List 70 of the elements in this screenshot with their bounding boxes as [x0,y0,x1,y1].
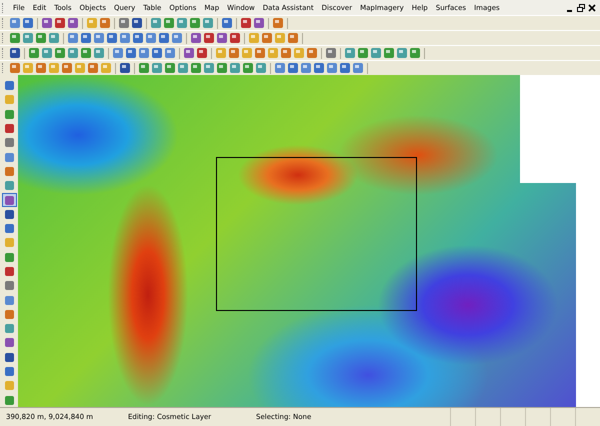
tool-icon[interactable] [254,47,266,59]
tool-icon[interactable] [87,62,99,74]
tool-icon[interactable] [203,32,215,44]
tool-icon[interactable] [138,62,150,74]
tool-icon[interactable] [106,32,118,44]
tool-icon[interactable] [274,62,286,74]
tool-icon[interactable] [171,32,183,44]
tool-icon[interactable] [9,17,21,29]
tool-icon[interactable] [119,32,131,44]
tool-icon[interactable] [189,17,201,29]
tool-icon[interactable] [190,32,202,44]
tool-icon[interactable] [357,47,369,59]
tool-icon[interactable] [253,17,265,29]
tool-icon[interactable] [261,32,273,44]
tool-icon[interactable] [326,62,338,74]
tool-icon[interactable] [228,47,240,59]
tool-icon[interactable] [9,62,21,74]
tool-icon[interactable] [22,17,34,29]
tool-icon[interactable] [125,47,137,59]
tool-icon[interactable] [240,17,252,29]
tool-icon[interactable] [80,32,92,44]
tool-icon[interactable] [67,17,79,29]
tool-icon[interactable] [131,17,143,29]
tool-icon[interactable] [325,47,337,59]
tool-icon[interactable] [216,62,228,74]
tool-icon[interactable] [35,32,47,44]
tool-icon[interactable] [9,47,21,59]
restore-icon[interactable] [577,4,585,12]
tool-icon[interactable] [352,62,364,74]
tool-icon[interactable] [272,17,284,29]
tool-icon[interactable] [190,62,202,74]
tool-icon[interactable] [300,62,312,74]
tool-icon[interactable] [409,47,421,59]
tool-button[interactable] [2,193,16,207]
tool-icon[interactable] [61,62,73,74]
tool-icon[interactable] [80,47,92,59]
tool-icon[interactable] [306,47,318,59]
tool-icon[interactable] [138,47,150,59]
tool-icon[interactable] [132,32,144,44]
tool-icon[interactable] [164,62,176,74]
tool-icon[interactable] [163,17,175,29]
tool-icon[interactable] [93,32,105,44]
tool-icon[interactable] [9,32,21,44]
tool-icon[interactable] [242,62,254,74]
tool-icon[interactable] [183,47,195,59]
tool-icon[interactable] [112,47,124,59]
tool-icon[interactable] [313,62,325,74]
tool-icon[interactable] [164,47,176,59]
tool-icon[interactable] [28,47,40,59]
tool-icon[interactable] [145,32,157,44]
tool-icon[interactable] [196,47,208,59]
tool-icon[interactable] [119,62,131,74]
tool-icon[interactable] [99,17,111,29]
tool-icon[interactable] [229,32,241,44]
tool-icon[interactable] [54,47,66,59]
tool-icon[interactable] [151,47,163,59]
tool-icon[interactable] [54,17,66,29]
tool-icon[interactable] [67,32,79,44]
tool-icon[interactable] [118,17,130,29]
tool-icon[interactable] [41,17,53,29]
tool-icon[interactable] [221,17,233,29]
tool-icon[interactable] [216,32,228,44]
tool-icon[interactable] [287,32,299,44]
tool-icon[interactable] [287,62,299,74]
tool-icon[interactable] [383,47,395,59]
tool-icon[interactable] [339,62,351,74]
tool-icon[interactable] [158,32,170,44]
close-icon[interactable] [588,4,596,12]
tool-icon[interactable] [35,62,47,74]
tool-icon[interactable] [280,47,292,59]
